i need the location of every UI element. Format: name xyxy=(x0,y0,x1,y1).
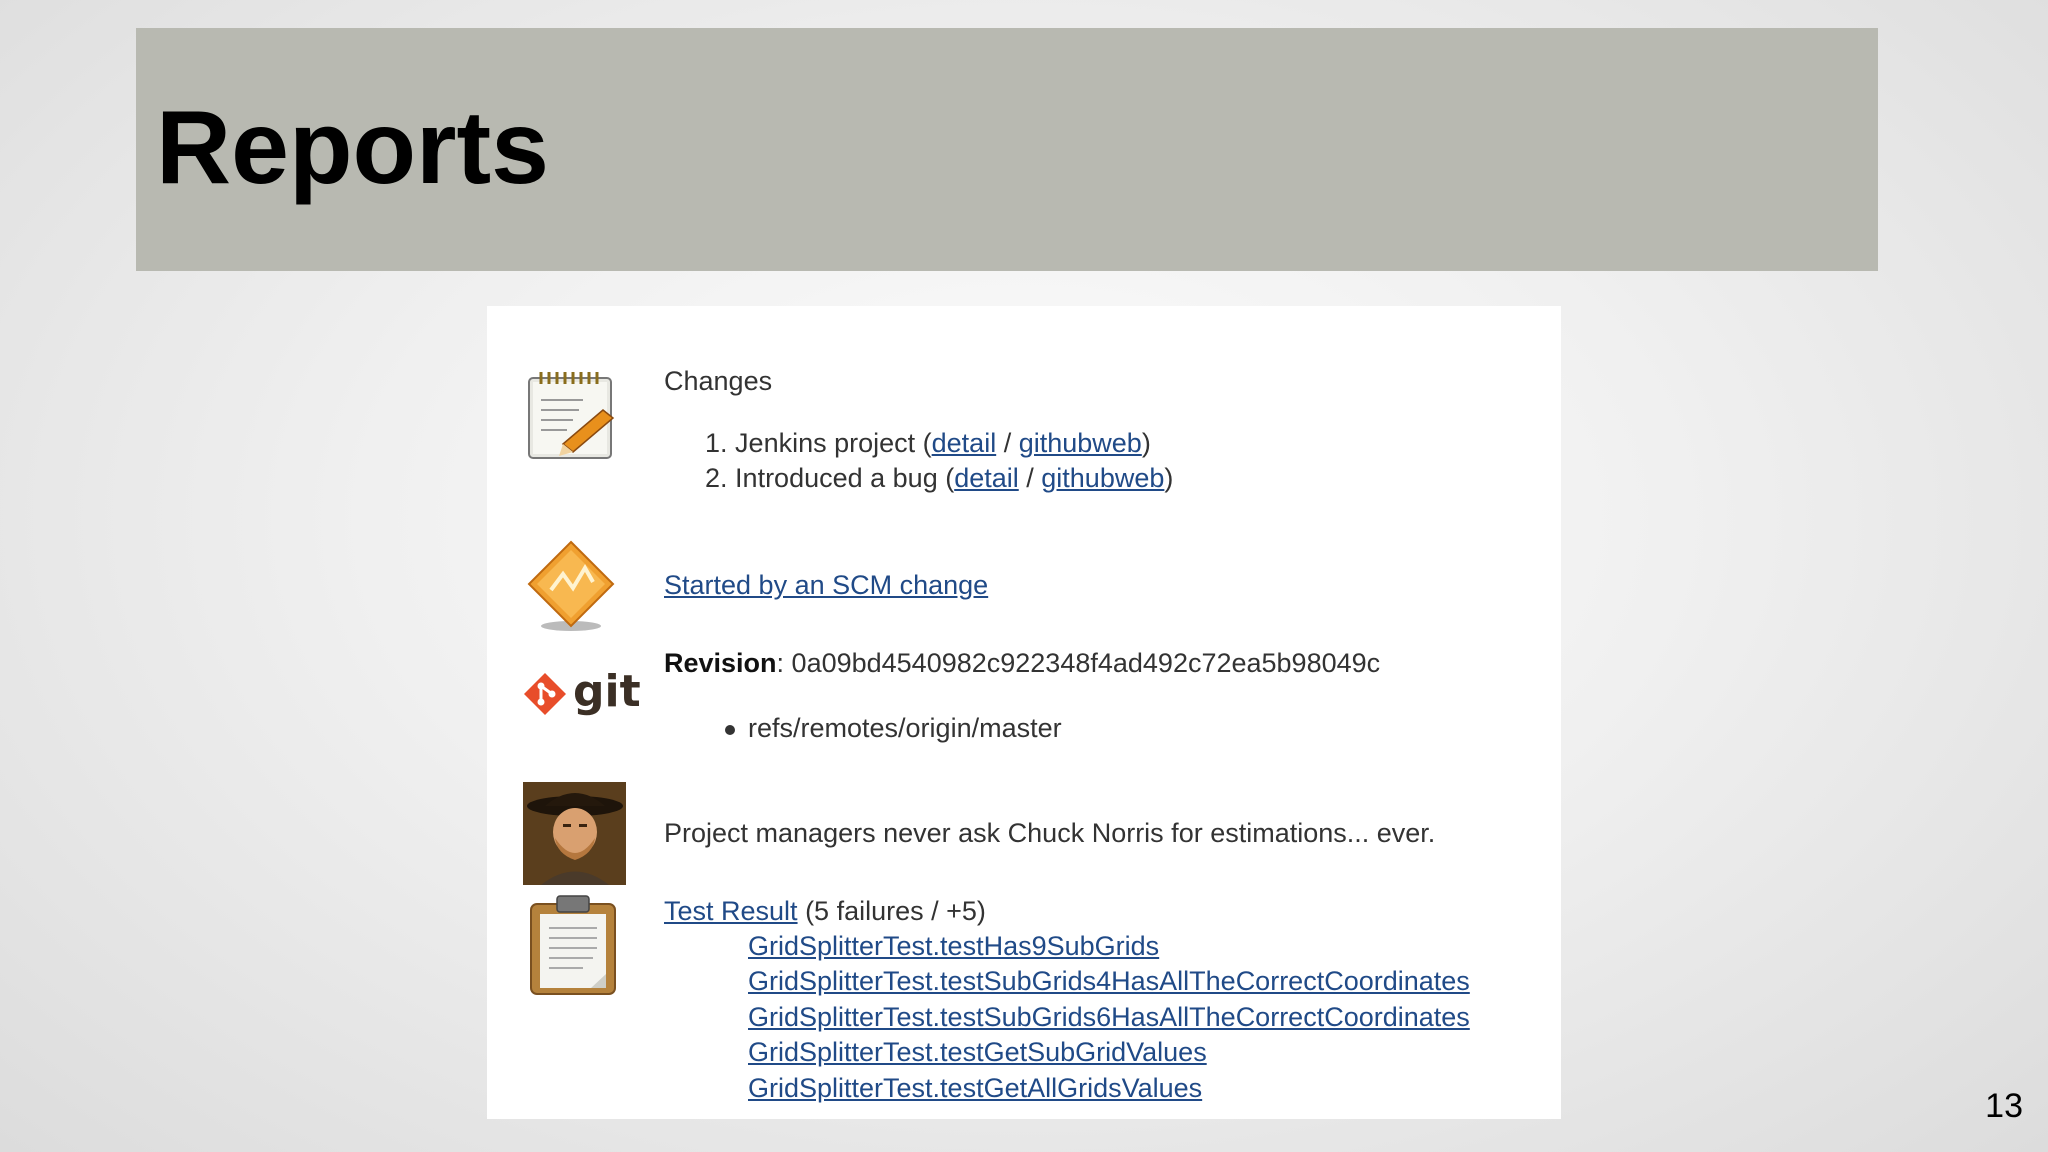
change-item-text: Introduced a bug ( xyxy=(735,463,955,493)
change-item-number: 2. xyxy=(705,463,728,493)
change-close-paren: ) xyxy=(1141,428,1151,458)
slide-title: Reports xyxy=(156,90,549,206)
test-result-link[interactable]: Test Result xyxy=(664,896,798,926)
change-detail-link[interactable]: detail xyxy=(954,463,1019,493)
revision-line: Revision: 0a09bd4540982c922348f4ad492c72… xyxy=(664,648,1380,679)
clipboard-icon xyxy=(530,895,616,995)
change-detail-link[interactable]: detail xyxy=(932,428,997,458)
change-item-1: 1. Jenkins project (detail / githubweb) xyxy=(705,428,1151,459)
git-diamond-icon xyxy=(524,673,566,715)
git-logo-text: git xyxy=(573,666,641,717)
revision-label: Revision xyxy=(664,648,777,678)
started-by-scm-link[interactable]: Started by an SCM change xyxy=(664,570,988,601)
failed-test-link[interactable]: GridSplitterTest.testHas9SubGrids xyxy=(748,931,1159,962)
change-close-paren: ) xyxy=(1164,463,1174,493)
change-githubweb-link[interactable]: githubweb xyxy=(1019,428,1142,458)
change-item-number: 1. xyxy=(705,428,728,458)
change-item-2: 2. Introduced a bug (detail / githubweb) xyxy=(705,463,1173,494)
page-number: 13 xyxy=(1985,1087,2023,1125)
chuck-norris-avatar xyxy=(523,782,626,885)
change-item-text: Jenkins project ( xyxy=(735,428,932,458)
scm-diamond-icon xyxy=(527,540,615,631)
change-githubweb-link[interactable]: githubweb xyxy=(1041,463,1164,493)
test-result-line: Test Result (5 failures / +5) xyxy=(664,896,986,927)
title-band: Reports xyxy=(136,28,1878,271)
revision-value: : 0a09bd4540982c922348f4ad492c72ea5b9804… xyxy=(776,648,1381,678)
change-separator: / xyxy=(1018,463,1042,493)
test-result-summary: (5 failures / +5) xyxy=(797,896,986,926)
failed-test-link[interactable]: GridSplitterTest.testGetSubGridValues xyxy=(748,1037,1207,1068)
failed-test-link[interactable]: GridSplitterTest.testSubGrids6HasAllTheC… xyxy=(748,1002,1470,1033)
failed-test-link[interactable]: GridSplitterTest.testGetAllGridsValues xyxy=(748,1073,1202,1104)
change-separator: / xyxy=(996,428,1019,458)
notepad-icon xyxy=(528,372,615,459)
chuck-norris-quote: Project managers never ask Chuck Norris … xyxy=(664,818,1436,848)
branch-ref: refs/remotes/origin/master xyxy=(748,713,1062,743)
failed-test-link[interactable]: GridSplitterTest.testSubGrids4HasAllTheC… xyxy=(748,966,1470,997)
jenkins-build-screenshot: Changes 1. Jenkins project (detail / git… xyxy=(487,306,1561,1119)
branch-bullet xyxy=(725,725,735,735)
changes-heading: Changes xyxy=(664,366,773,396)
git-logo-icon: git xyxy=(523,666,641,718)
